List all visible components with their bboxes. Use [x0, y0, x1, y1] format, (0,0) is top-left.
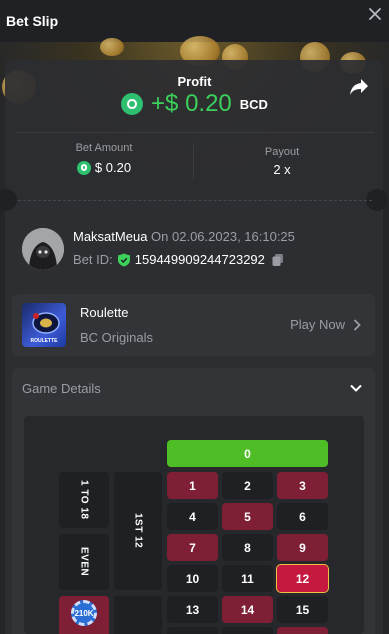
roulette-cell-4: 4 [167, 503, 218, 530]
roulette-cell-8: 8 [222, 534, 273, 561]
bc-coin-icon [121, 93, 144, 115]
verified-shield-icon [117, 253, 130, 266]
decor-coin [100, 38, 124, 56]
avatar[interactable] [22, 228, 64, 270]
roulette-cell-10: 10 [167, 565, 218, 592]
copy-icon[interactable] [271, 253, 285, 267]
roulette-cell-12-winning: 12 [276, 564, 329, 593]
hooded-avatar-icon [22, 228, 64, 270]
roulette-cell-6: 6 [277, 503, 328, 530]
bet-id-label: Bet ID: [73, 252, 113, 267]
bet-1st-12-label: 1ST 12 [132, 513, 144, 549]
bet-chip: 210K [71, 600, 97, 626]
share-icon[interactable] [349, 78, 369, 96]
roulette-cell-2: 2 [222, 472, 273, 499]
profit-label: Profit [177, 74, 212, 89]
game-provider: BC Originals [80, 330, 153, 345]
bet-amount-value-row: $ 0.20 [44, 160, 164, 175]
roulette-cell-14: 14 [222, 596, 273, 623]
roulette-cell-partial [277, 627, 328, 634]
bet-1-to-18-label: 1 TO 18 [78, 480, 90, 520]
profit-currency: BCD [239, 96, 268, 112]
roulette-cell-0: 0 [167, 440, 328, 467]
page-title: Bet Slip [6, 13, 59, 29]
bet-even-label: EVEN [78, 547, 90, 577]
game-details-title[interactable]: Game Details [22, 381, 101, 396]
roulette-thumbnail[interactable]: ROULETTE [22, 303, 66, 347]
roulette-cell-7: 7 [167, 534, 218, 561]
divider [193, 143, 194, 179]
bet-2nd-12 [114, 596, 162, 634]
roulette-cell-15: 15 [277, 596, 328, 623]
bet-1-to-18: 1 TO 18 [59, 472, 109, 528]
bet-even: EVEN [59, 534, 109, 590]
thumbnail-text: ROULETTE [30, 338, 58, 344]
username-row: MaksatMeua On 02.06.2023, 16:10:25 [73, 229, 295, 244]
roulette-cell-partial [167, 627, 218, 634]
profit-value: +$ 0.20 [151, 90, 232, 117]
chevron-down-icon[interactable] [349, 381, 363, 395]
roulette-cell-9: 9 [277, 534, 328, 561]
bet-1st-12: 1ST 12 [114, 472, 162, 590]
payout-label: Payout [264, 146, 300, 158]
roulette-cell-partial [222, 627, 273, 634]
payout-stat: Payout 2 x [222, 146, 342, 177]
chevron-right-icon [353, 318, 361, 331]
play-now-button[interactable]: Play Now [290, 317, 361, 332]
roulette-cell-13: 13 [167, 596, 218, 623]
profit-row: +$ 0.20 BCD [0, 90, 389, 118]
username[interactable]: MaksatMeua [73, 229, 147, 244]
roulette-cell-1: 1 [167, 472, 218, 499]
bet-timestamp: On 02.06.2023, 16:10:25 [151, 229, 295, 244]
dashed-divider [18, 200, 372, 201]
play-now-label: Play Now [290, 317, 345, 332]
roulette-cell-3: 3 [277, 472, 328, 499]
bet-amount-value: $ 0.20 [94, 160, 132, 175]
bet-id-row: Bet ID: 159449909244723292 [73, 252, 285, 267]
bc-coin-icon [76, 160, 91, 175]
bet-amount-stat: Bet Amount $ 0.20 [44, 142, 164, 175]
roulette-cell-11: 11 [222, 565, 273, 592]
bet-id: 159449909244723292 [134, 252, 265, 267]
bet-amount-label: Bet Amount [75, 142, 133, 154]
close-icon[interactable] [365, 4, 385, 24]
payout-value: 2 x [273, 162, 291, 177]
roulette-cell-5: 5 [222, 503, 273, 530]
divider [16, 132, 374, 133]
game-name: Roulette [80, 305, 129, 320]
